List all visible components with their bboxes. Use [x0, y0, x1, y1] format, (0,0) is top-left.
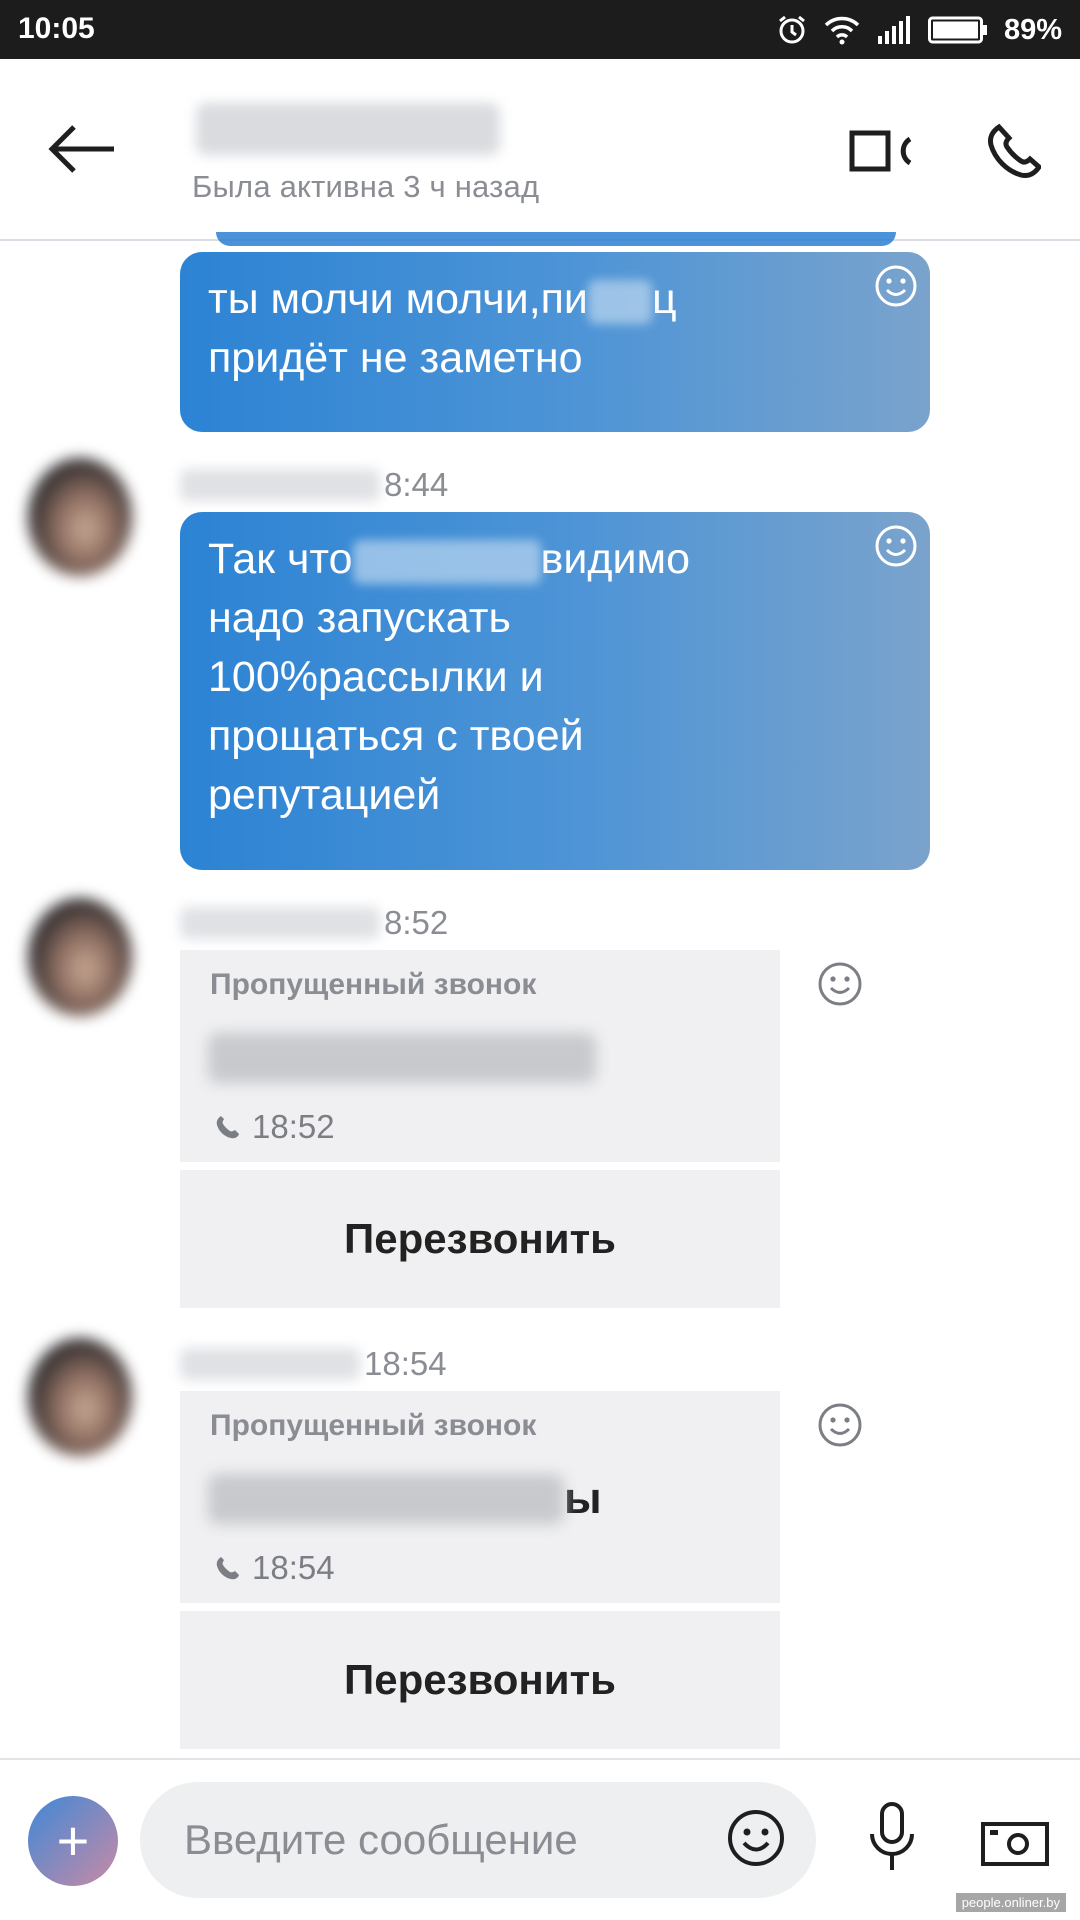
camera-icon[interactable] [980, 1816, 1050, 1868]
missed-call-card: Пропущенный звонок 18:52 [180, 950, 780, 1162]
reaction-smile-icon[interactable] [816, 960, 864, 1008]
sender-line: 8:52 [180, 903, 448, 943]
contact-name-redacted[interactable] [196, 103, 500, 155]
message-time: 18:54 [364, 1345, 447, 1382]
emoji-icon[interactable] [726, 1808, 786, 1868]
status-time: 10:05 [18, 12, 95, 45]
battery-percent: 89% [1003, 13, 1062, 46]
participants-redacted [208, 1033, 596, 1083]
avatar[interactable] [28, 458, 132, 576]
avatar[interactable] [28, 898, 132, 1016]
message-bubble[interactable]: ты молчи молчи,пи ц придёт не заметно [180, 252, 930, 432]
missed-call-title: Пропущенный звонок [210, 968, 537, 1001]
message-time: 8:44 [384, 466, 449, 503]
sender-line: 18:54 [180, 1344, 447, 1384]
watermark: people.onliner.by [955, 1893, 1066, 1912]
redacted-word [587, 279, 652, 324]
callback-button[interactable]: Перезвонить [180, 1170, 780, 1308]
message-bubble[interactable]: Так что видимо надо запускать 100%рассылк… [180, 512, 930, 870]
call-participants [208, 1030, 596, 1086]
microphone-icon[interactable] [868, 1800, 916, 1878]
composer-bar: + people.onliner.by [0, 1758, 1080, 1920]
add-attachment-button[interactable]: + [28, 1796, 118, 1886]
phone-small-icon [216, 1557, 239, 1580]
alarm-icon [776, 14, 808, 46]
call-participants: ы [208, 1471, 602, 1527]
status-bar: 10:05 89% [0, 0, 1080, 59]
battery-icon [927, 16, 988, 44]
video-call-icon[interactable] [848, 123, 914, 179]
participants-redacted [208, 1474, 564, 1524]
contact-status: Была активна 3 ч назад [192, 169, 540, 204]
reaction-smile-icon[interactable] [816, 1401, 864, 1449]
phone-icon[interactable] [985, 123, 1043, 179]
back-arrow-icon[interactable] [48, 123, 118, 175]
sender-name-redacted [180, 469, 380, 501]
missed-call-title: Пропущенный звонок [210, 1409, 537, 1442]
call-time: 18:52 [214, 1108, 335, 1146]
sender-name-redacted [180, 1348, 360, 1380]
message-text: ты молчи молчи,пи ц придёт не заметно [208, 275, 677, 382]
signal-icon [876, 16, 912, 44]
callback-button[interactable]: Перезвонить [180, 1611, 780, 1749]
missed-call-card: Пропущенный звонок ы 18:54 [180, 1391, 780, 1603]
avatar[interactable] [28, 1338, 132, 1456]
redacted-word [352, 539, 541, 584]
status-icons: 89% [776, 10, 1062, 50]
previous-message-edge [216, 232, 896, 246]
call-time: 18:54 [214, 1549, 335, 1587]
phone-small-icon [216, 1116, 239, 1139]
sender-name-redacted [180, 907, 380, 939]
sender-line: 8:44 [180, 465, 448, 505]
reaction-smile-icon[interactable] [874, 524, 918, 568]
message-time: 8:52 [384, 904, 449, 941]
reaction-smile-icon[interactable] [874, 264, 918, 308]
message-text: Так что видимо надо запускать 100%рассылк… [208, 535, 690, 819]
chat-header: Была активна 3 ч назад [0, 59, 1080, 241]
wifi-icon [824, 15, 860, 45]
message-field[interactable] [140, 1782, 816, 1898]
message-input[interactable] [184, 1808, 704, 1872]
